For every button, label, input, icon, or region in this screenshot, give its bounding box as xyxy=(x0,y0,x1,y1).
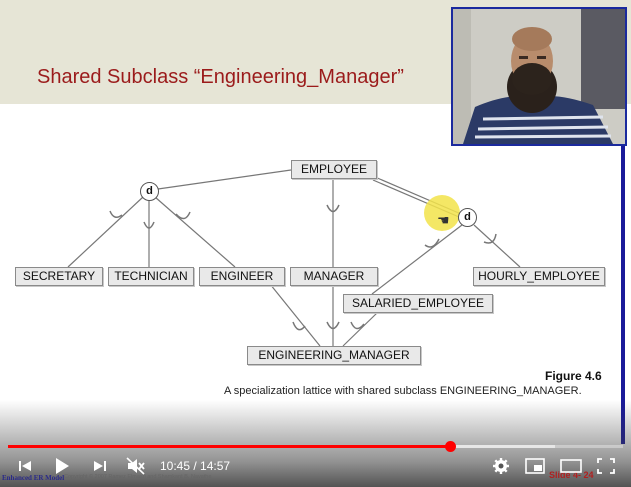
progress-bar[interactable] xyxy=(8,441,623,452)
next-icon[interactable] xyxy=(92,458,108,474)
figure-caption: A specialization lattice with shared sub… xyxy=(224,385,582,397)
entity-manager: MANAGER xyxy=(290,267,378,286)
entity-engineer: ENGINEER xyxy=(199,267,285,286)
entity-employee: EMPLOYEE xyxy=(291,160,377,179)
connector-salaried-engmgr xyxy=(342,311,379,347)
entity-technician: TECHNICIAN xyxy=(108,267,194,286)
subset-symbol-salaried xyxy=(424,238,440,248)
progress-scrubber-handle[interactable] xyxy=(444,441,456,452)
disjoint-circle-right: d xyxy=(458,208,477,227)
connector-employee-d-left xyxy=(157,169,292,190)
entity-hourly-employee: HOURLY_EMPLOYEE xyxy=(473,267,605,286)
presenter-image xyxy=(453,9,625,144)
mute-icon[interactable] xyxy=(126,457,146,475)
disjoint-circle-left: d xyxy=(140,182,159,201)
connector-d-engineer xyxy=(154,196,236,268)
figure-label: Figure 4.6 xyxy=(545,369,602,383)
entity-engineering-manager: ENGINEERING_MANAGER xyxy=(247,346,421,365)
connector-engineer-engmgr xyxy=(269,283,321,347)
previous-icon[interactable] xyxy=(17,458,33,474)
webcam-overlay xyxy=(451,7,627,146)
progress-played xyxy=(8,445,450,448)
connector-d-hourly xyxy=(473,224,521,268)
play-icon[interactable] xyxy=(53,456,71,476)
theater-mode-icon[interactable] xyxy=(560,459,582,473)
connector-d-salaried xyxy=(371,224,463,295)
connector-d-secretary xyxy=(67,196,144,268)
subset-symbol-secretary xyxy=(109,210,123,218)
entity-salaried-employee: SALARIED_EMPLOYEE xyxy=(343,294,493,313)
fullscreen-icon[interactable] xyxy=(597,458,615,474)
entity-secretary: SECRETARY xyxy=(15,267,103,286)
hand-cursor-icon: ☚ xyxy=(437,212,450,228)
miniplayer-icon[interactable] xyxy=(525,458,545,474)
settings-gear-icon[interactable] xyxy=(492,457,510,475)
time-display: 10:45 / 14:57 xyxy=(160,459,231,473)
